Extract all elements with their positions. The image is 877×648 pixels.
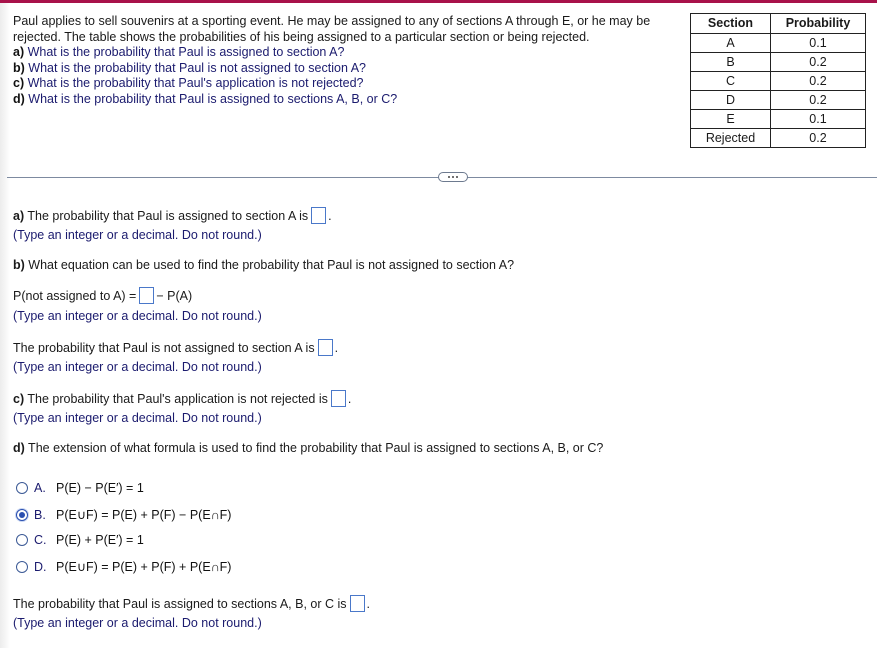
answer-b-result-input[interactable] <box>317 338 333 356</box>
option-a-letter: A. <box>34 481 46 495</box>
table-cell-section: E <box>690 109 771 129</box>
top-accent-bar <box>0 0 877 3</box>
table-cell-section: Rejected <box>690 128 771 148</box>
answer-c-input[interactable] <box>330 389 346 407</box>
option-d[interactable]: D. P(E∪F) = P(E) + P(F) + P(E∩F) <box>16 559 231 574</box>
table-cell-section: B <box>690 52 771 72</box>
option-b-letter: B. <box>34 507 46 522</box>
probability-table: Section Probability A 0.1 B 0.2 C 0.2 D 0.2 … <box>690 13 866 148</box>
option-c-formula: P(E) + P(E′) = 1 <box>56 533 144 547</box>
left-edge-shade <box>0 3 10 648</box>
table-row: B 0.2 <box>690 52 866 72</box>
option-d-letter: D. <box>34 559 47 574</box>
table-row: A 0.1 <box>690 33 866 53</box>
answer-b-equation: P(not assigned to A) = − P(A) <box>13 286 192 304</box>
problem-intro: Paul applies to sell souvenirs at a spor… <box>13 14 651 44</box>
table-cell-probability: 0.1 <box>770 109 866 129</box>
answer-b-result-hint: (Type an integer or a decimal. Do not ro… <box>13 360 262 374</box>
table-row: Rejected 0.2 <box>690 128 866 148</box>
table-header-probability: Probability <box>770 13 866 34</box>
answer-a-input[interactable] <box>311 206 327 224</box>
answer-a-hint: (Type an integer or a decimal. Do not ro… <box>13 228 262 242</box>
table-cell-probability: 0.1 <box>770 33 866 53</box>
problem-question-a: a) What is the probability that Paul is … <box>13 45 345 59</box>
table-cell-section: D <box>690 90 771 110</box>
answer-d-result-hint: (Type an integer or a decimal. Do not ro… <box>13 616 262 630</box>
option-b[interactable]: B. P(E∪F) = P(E) + P(F) − P(E∩F) <box>16 507 231 522</box>
ellipsis-icon <box>448 176 450 178</box>
table-row: D 0.2 <box>690 90 866 110</box>
answer-b-result-line: The probability that Paul is not assigne… <box>13 338 338 356</box>
table-cell-section: C <box>690 71 771 91</box>
answer-a-line: a) The probability that Paul is assigned… <box>13 206 332 224</box>
table-row: E 0.1 <box>690 109 866 129</box>
table-cell-probability: 0.2 <box>770 128 866 148</box>
problem-statement: Paul applies to sell souvenirs at a spor… <box>13 14 653 107</box>
radio-button-a[interactable] <box>16 482 28 494</box>
radio-button-b-selected[interactable] <box>16 508 28 521</box>
option-c-letter: C. <box>34 533 47 547</box>
answer-b-equation-hint: (Type an integer or a decimal. Do not ro… <box>13 309 262 323</box>
answer-d-result-input[interactable] <box>349 594 365 612</box>
option-d-formula: P(E∪F) = P(E) + P(F) + P(E∩F) <box>56 560 232 574</box>
problem-question-b: b) What is the probability that Paul is … <box>13 60 366 75</box>
option-a[interactable]: A. P(E) − P(E′) = 1 <box>16 481 144 495</box>
answer-c-hint: (Type an integer or a decimal. Do not ro… <box>13 411 262 425</box>
table-header-section: Section <box>690 13 771 34</box>
problem-question-c: c) What is the probability that Paul's a… <box>13 76 364 90</box>
answer-b-equation-input[interactable] <box>139 286 155 304</box>
answer-d-result-line: The probability that Paul is assigned to… <box>13 594 370 612</box>
option-b-formula: P(E∪F) = P(E) + P(F) − P(E∩F) <box>56 508 232 522</box>
table-cell-probability: 0.2 <box>770 71 866 91</box>
ellipsis-icon <box>456 176 458 178</box>
ellipsis-icon <box>452 176 454 178</box>
table-cell-section: A <box>690 33 771 53</box>
question-b-line: b) What equation can be used to find the… <box>13 258 515 272</box>
table-row: C 0.2 <box>690 71 866 91</box>
expand-more-button[interactable] <box>438 172 468 182</box>
option-a-formula: P(E) − P(E′) = 1 <box>56 481 144 495</box>
answer-c-line: c) The probability that Paul's applicati… <box>13 389 351 407</box>
radio-button-d[interactable] <box>16 560 28 573</box>
table-header-row: Section Probability <box>690 13 866 34</box>
problem-question-d: d) What is the probability that Paul is … <box>13 91 398 106</box>
radio-button-c[interactable] <box>16 534 28 546</box>
option-c[interactable]: C. P(E) + P(E′) = 1 <box>16 533 144 547</box>
question-d-line: d) The extension of what formula is used… <box>13 441 604 455</box>
table-cell-probability: 0.2 <box>770 52 866 72</box>
table-cell-probability: 0.2 <box>770 90 866 110</box>
